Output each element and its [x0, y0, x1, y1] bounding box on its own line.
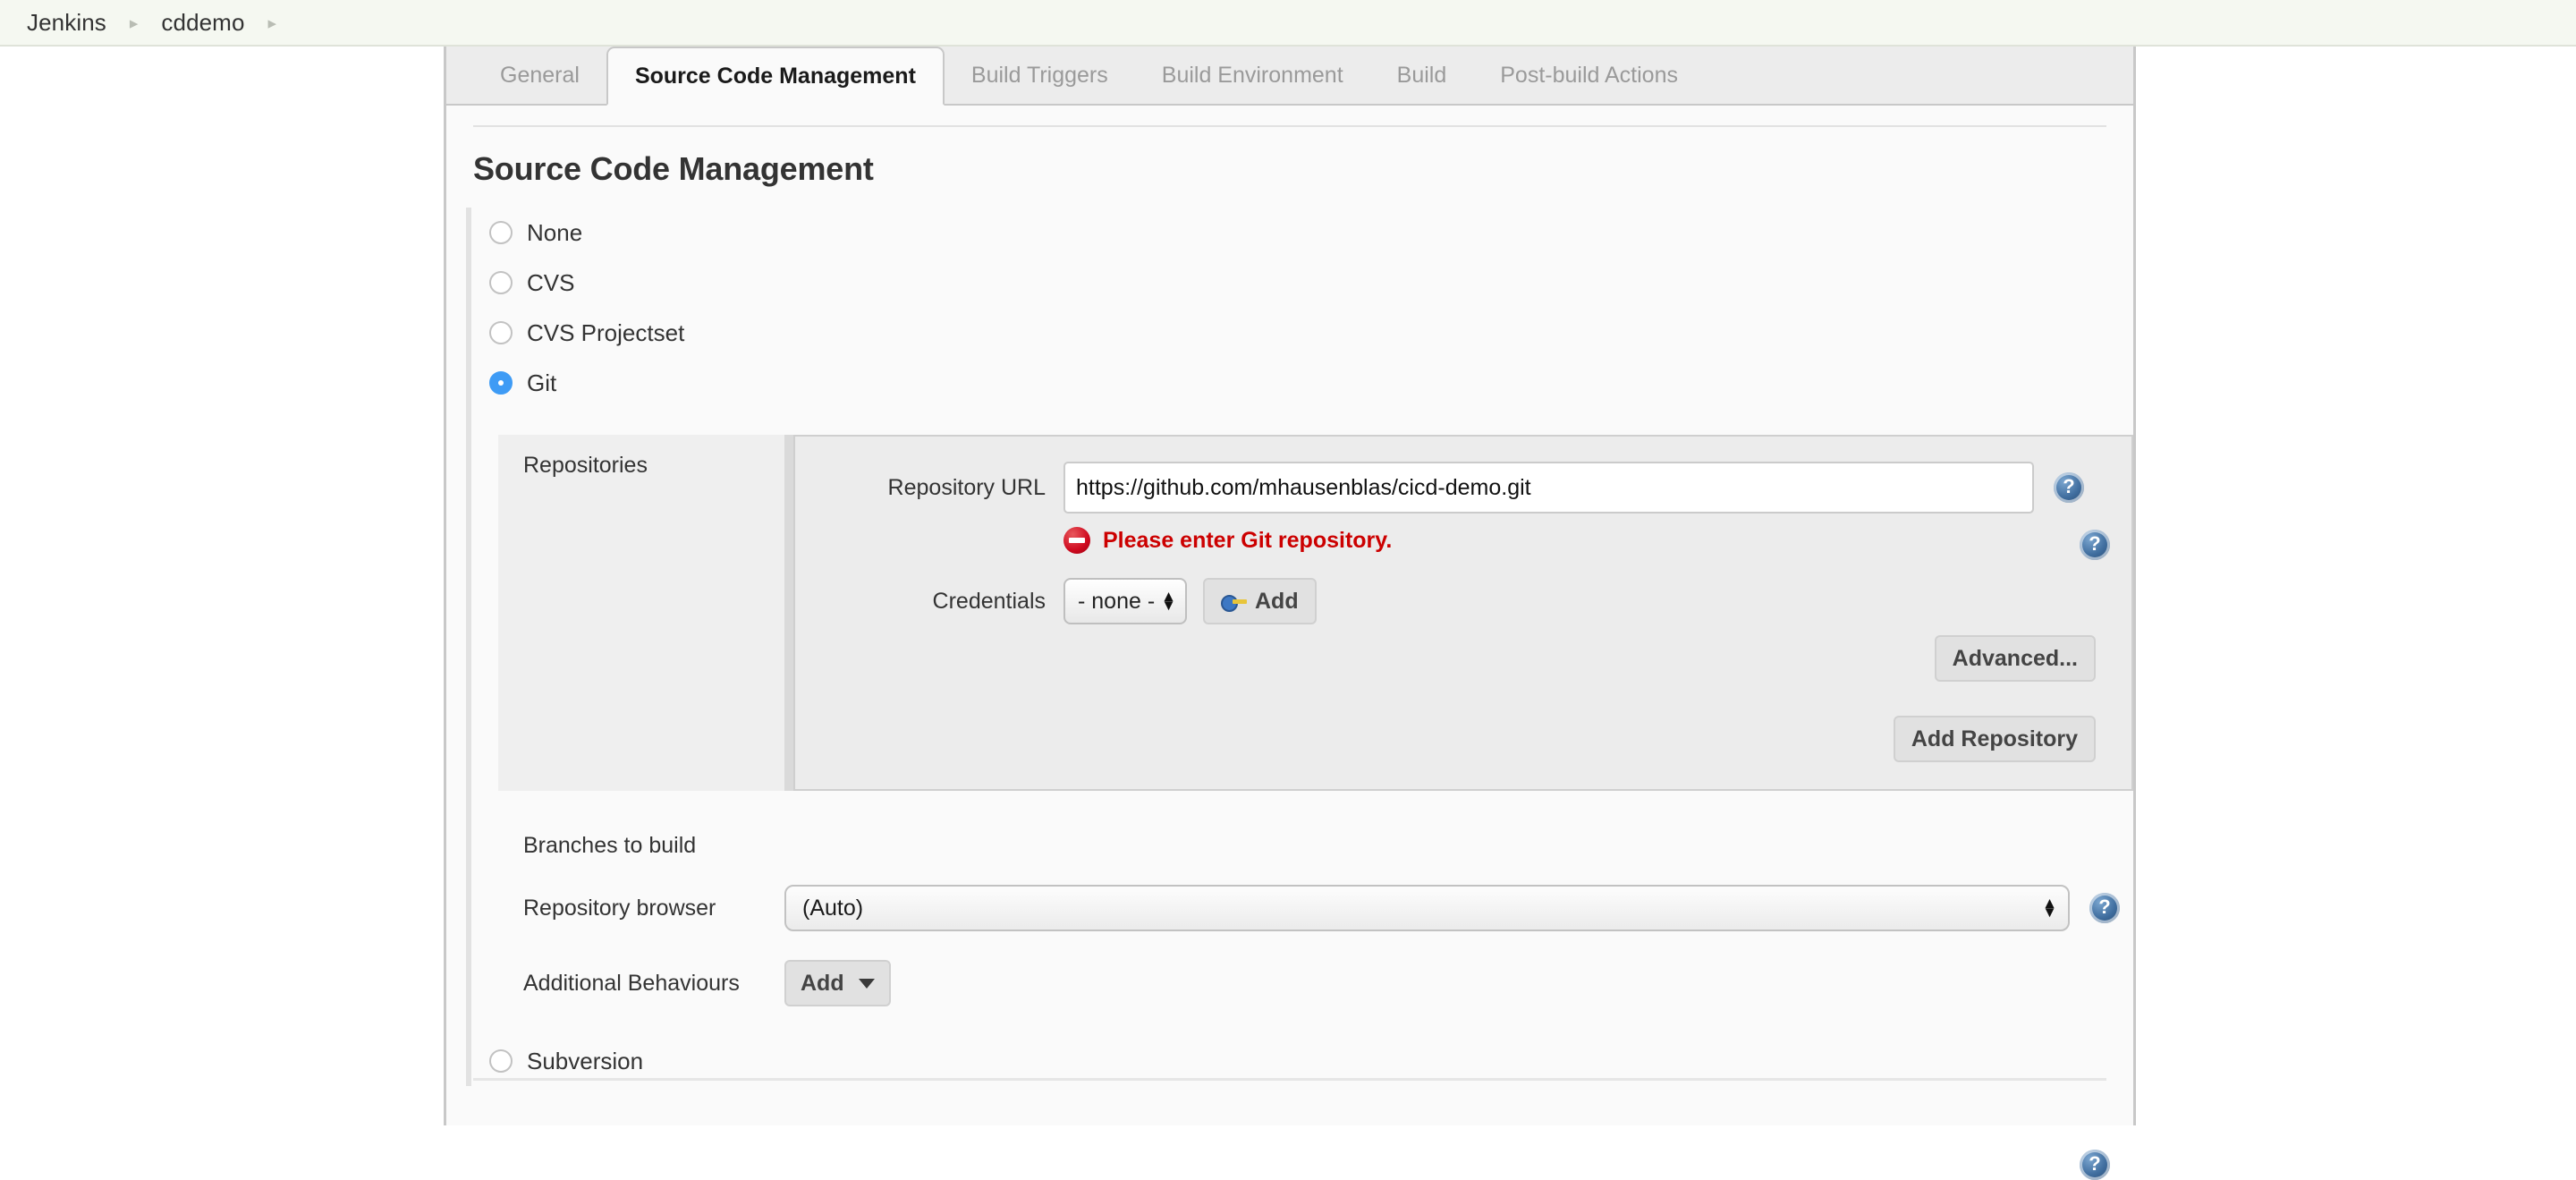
tab-source-code-management[interactable]: Source Code Management — [606, 47, 945, 106]
tab-general[interactable]: General — [473, 47, 606, 104]
scm-option-none-label: None — [527, 218, 583, 246]
tab-build-triggers[interactable]: Build Triggers — [945, 47, 1135, 104]
radio-cvs-projectset-icon[interactable] — [489, 321, 513, 344]
repository-url-error-text: Please enter Git repository. — [1103, 527, 1393, 553]
tab-build[interactable]: Build — [1370, 47, 1474, 104]
breadcrumb-item-jenkins[interactable]: Jenkins — [27, 9, 106, 37]
repository-url-error: Please enter Git repository. — [1063, 524, 2131, 556]
page-title: Source Code Management — [473, 150, 874, 187]
scm-option-cvs-label: CVS — [527, 268, 575, 296]
repository-browser-label: Repository browser — [523, 895, 716, 921]
add-repository-button[interactable]: Add Repository — [1893, 716, 2096, 762]
breadcrumb-separator-icon: ▸ — [267, 13, 277, 33]
scm-option-subversion-label: Subversion — [527, 1047, 644, 1074]
branches-to-build-row: Branches to build — [498, 814, 2133, 877]
help-icon[interactable]: ? — [2080, 530, 2110, 560]
add-credentials-button[interactable]: Add — [1203, 578, 1317, 624]
git-lower-rows: Branches to build Repository browser (Au… — [498, 814, 2133, 1014]
credentials-row: Credentials - none - ▲ ▼ Add — [795, 578, 2131, 624]
radio-subversion-icon[interactable] — [489, 1049, 513, 1073]
git-settings: Repositories Repository URL ? Please ent… — [498, 435, 2133, 1023]
advanced-button[interactable]: Advanced... — [1934, 635, 2096, 682]
breadcrumb-separator-icon: ▸ — [129, 13, 139, 33]
repository-url-row: Repository URL ? — [795, 462, 2131, 514]
repository-entry-box: Repository URL ? Please enter Git reposi… — [793, 435, 2133, 791]
branches-to-build-label: Branches to build — [523, 832, 697, 858]
scm-form: Source Code Management None CVS CVS Proj… — [446, 125, 2133, 1180]
scm-option-git[interactable]: Git — [471, 358, 2133, 408]
stepper-arrows-icon: ▲ ▼ — [1161, 587, 1176, 614]
radio-cvs-icon[interactable] — [489, 271, 513, 294]
scm-option-none[interactable]: None — [471, 208, 2133, 258]
repository-browser-value: (Auto) — [802, 895, 864, 921]
radio-none-icon[interactable] — [489, 221, 513, 244]
repository-url-label: Repository URL — [887, 474, 1046, 500]
credentials-label: Credentials — [932, 588, 1046, 614]
additional-behaviours-add-button[interactable]: Add — [784, 960, 891, 1006]
breadcrumb: Jenkins ▸ cddemo ▸ — [0, 0, 2576, 47]
scm-option-git-label: Git — [527, 369, 557, 396]
additional-behaviours-add-label: Add — [801, 970, 844, 996]
chevron-down-icon — [858, 978, 875, 989]
stepper-arrows-icon: ▲ ▼ — [2042, 894, 2057, 921]
error-circle-icon — [1063, 527, 1090, 554]
help-icon[interactable]: ? — [2054, 472, 2084, 503]
add-credentials-label: Add — [1255, 589, 1299, 614]
repository-url-input[interactable] — [1063, 462, 2034, 514]
form-bottom-divider — [473, 1078, 2106, 1081]
help-icon[interactable]: ? — [2080, 1150, 2110, 1180]
tab-post-build-actions[interactable]: Post-build Actions — [1473, 47, 1705, 104]
repositories-group: Repositories Repository URL ? Please ent… — [498, 435, 2133, 791]
scm-option-cvs-projectset-label: CVS Projectset — [527, 318, 685, 346]
repositories-label: Repositories — [498, 435, 784, 791]
repository-browser-select[interactable]: (Auto) ▲ ▼ — [784, 885, 2070, 931]
scm-radio-group: None CVS CVS Projectset Git Repositories — [466, 208, 2133, 1086]
section-divider — [473, 125, 2106, 127]
additional-behaviours-row: Additional Behaviours Add — [498, 952, 2133, 1014]
tab-build-environment[interactable]: Build Environment — [1135, 47, 1370, 104]
breadcrumb-item-cddemo[interactable]: cddemo — [161, 9, 244, 37]
credentials-select-value: - none - — [1078, 588, 1156, 614]
credentials-select[interactable]: - none - ▲ ▼ — [1063, 578, 1187, 624]
scm-option-cvs[interactable]: CVS — [471, 258, 2133, 308]
help-icon[interactable]: ? — [2089, 893, 2120, 923]
repositories-gutter — [784, 435, 793, 791]
additional-behaviours-label: Additional Behaviours — [523, 970, 740, 996]
config-tab-bar: General Source Code Management Build Tri… — [446, 47, 2133, 106]
config-content-panel: General Source Code Management Build Tri… — [444, 47, 2136, 1180]
key-icon — [1221, 593, 1247, 612]
radio-git-icon[interactable] — [489, 371, 513, 395]
repository-browser-row: Repository browser (Auto) ▲ ▼ ? — [498, 877, 2133, 939]
scm-option-cvs-projectset[interactable]: CVS Projectset — [471, 308, 2133, 358]
